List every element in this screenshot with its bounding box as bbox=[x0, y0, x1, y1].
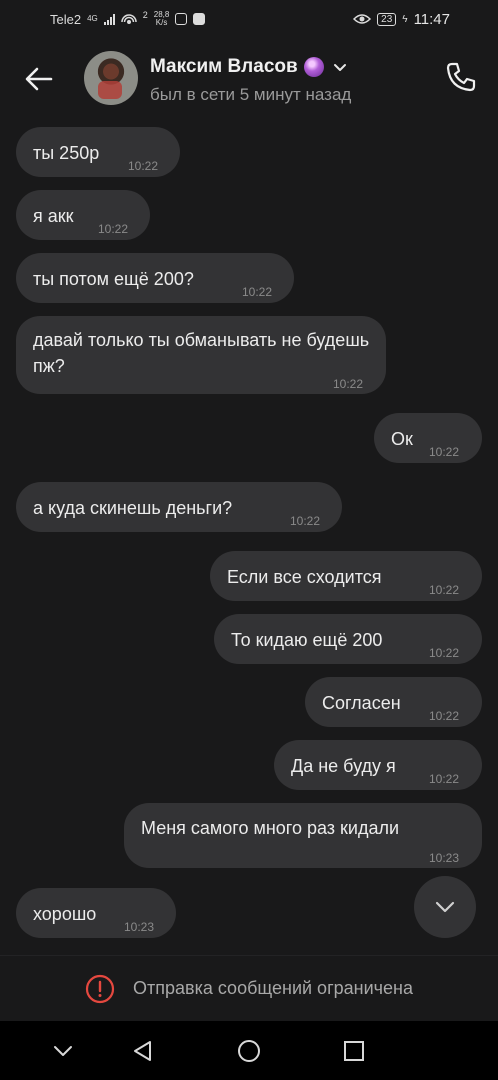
square-recent-icon[interactable] bbox=[342, 1039, 366, 1063]
crystal-ball-icon bbox=[303, 57, 324, 77]
network-speed: 28,8 K/s bbox=[153, 10, 170, 27]
chevron-down-icon[interactable] bbox=[51, 1039, 75, 1063]
hotspot-icon bbox=[121, 14, 137, 24]
instagram-icon bbox=[175, 13, 188, 25]
message-incoming[interactable]: ты потом ещё 200? 10:22 bbox=[16, 253, 294, 303]
charging-icon: ϟ bbox=[402, 13, 408, 25]
message-outgoing[interactable]: Согласен 10:22 bbox=[305, 677, 482, 727]
clock: 11:47 bbox=[413, 10, 450, 28]
contact-name: Максим Власов bbox=[150, 56, 298, 77]
alert-circle-icon bbox=[85, 974, 115, 1003]
triangle-back-icon[interactable] bbox=[131, 1039, 155, 1063]
circle-home-icon[interactable] bbox=[237, 1039, 261, 1063]
message-incoming[interactable]: ты 250р 10:22 bbox=[16, 127, 180, 177]
message-outgoing[interactable]: Меня самого много раз кидали 10:23 bbox=[124, 803, 482, 868]
chevron-down-icon[interactable] bbox=[332, 59, 348, 75]
messaging-restricted-bar: Отправка сообщений ограничена bbox=[0, 955, 498, 1021]
system-nav-bar bbox=[0, 1021, 498, 1080]
contact-status: был в сети 5 минут назад bbox=[150, 85, 352, 104]
hotspot-count: 2 bbox=[142, 10, 148, 20]
contact-name-row[interactable]: Максим Власов bbox=[150, 56, 348, 78]
eye-icon bbox=[353, 14, 372, 24]
message-outgoing[interactable]: Если все сходится 10:22 bbox=[210, 551, 482, 601]
chat-header: Максим Власов был в сети 5 минут назад bbox=[0, 38, 498, 120]
signal-icon bbox=[103, 13, 115, 25]
phone-icon[interactable] bbox=[444, 60, 478, 94]
scroll-down-button[interactable] bbox=[414, 876, 476, 938]
network-type: 4G bbox=[87, 14, 98, 23]
arrow-left-icon[interactable] bbox=[24, 64, 54, 94]
chevron-down-icon bbox=[435, 901, 455, 913]
restriction-text: Отправка сообщений ограничена bbox=[133, 978, 413, 998]
message-incoming[interactable]: хорошо 10:23 bbox=[16, 888, 176, 938]
message-incoming[interactable]: давай только ты обманывать не будешь пж?… bbox=[16, 316, 386, 394]
status-left: Tele2 4G 2 28,8 K/s bbox=[50, 10, 206, 27]
avatar[interactable] bbox=[84, 51, 138, 105]
message-outgoing[interactable]: Да не буду я 10:22 bbox=[274, 740, 482, 790]
message-incoming[interactable]: я акк 10:22 bbox=[16, 190, 150, 240]
carrier-label: Tele2 bbox=[50, 11, 82, 27]
message-outgoing[interactable]: То кидаю ещё 200 10:22 bbox=[214, 614, 482, 664]
message-outgoing[interactable]: Ок 10:22 bbox=[374, 413, 482, 463]
mail-icon bbox=[193, 13, 206, 25]
battery-icon: 23 bbox=[377, 12, 397, 26]
message-incoming[interactable]: а куда скинешь деньги? 10:22 bbox=[16, 482, 342, 532]
status-right: 23 ϟ 11:47 bbox=[353, 11, 450, 28]
status-bar: Tele2 4G 2 28,8 K/s 23 ϟ 11:47 bbox=[0, 0, 498, 38]
